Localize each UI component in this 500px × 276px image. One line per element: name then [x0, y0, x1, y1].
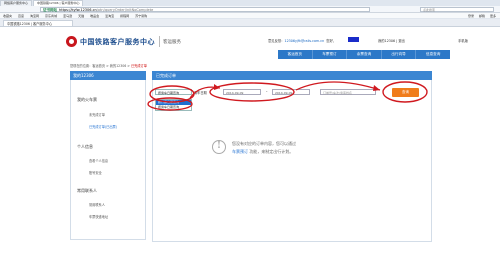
bookmark[interactable]: 京东商城 — [45, 13, 57, 18]
logo-divider — [159, 36, 160, 47]
bookmark[interactable]: 唯品会 — [90, 13, 99, 18]
nav-item-booking[interactable]: 车票预订 — [313, 50, 348, 59]
breadcrumb-path[interactable]: 您现在的位置：客运首页 > 我的12306 > — [70, 64, 131, 68]
bookmark[interactable]: 天猫 — [78, 13, 84, 18]
feedback-label: 意见反馈： — [268, 39, 285, 43]
sidebar-item-contacts[interactable]: 常用联系人 — [89, 202, 105, 207]
empty-message-line2: 车票预订 功能，来制定出行计划。 — [232, 149, 293, 155]
panel-title: 已完成订单 — [152, 71, 432, 80]
sidebar-title: 我的12306 — [70, 71, 146, 80]
logout-link[interactable]: 退出 — [398, 39, 405, 43]
site-logo-text[interactable]: 中国铁路客户服务中心 — [80, 37, 155, 47]
sidebar-item-security[interactable]: 账号安全 — [89, 170, 102, 175]
sidebar-item-uncompleted[interactable]: 未完成订单 — [89, 112, 105, 117]
breadcrumb-current: 已完成订单 — [130, 64, 147, 68]
page-tab[interactable]: 中国铁路12306 | 客户服务中心 — [3, 20, 73, 26]
greeting: 您好， — [326, 39, 337, 43]
date-to-input[interactable]: 2014-09-09 — [272, 89, 310, 95]
sidebar-group-contacts: 常用联系人 — [77, 188, 97, 193]
nav-item-info[interactable]: 信息查询 — [416, 50, 450, 59]
page-tabstrip — [0, 19, 500, 27]
url-path: /otn/queryOrder/initNoComplete — [96, 7, 154, 12]
account-links: 我的12306 | 退出 — [378, 39, 405, 43]
bookmark[interactable]: 亚马逊 — [63, 13, 72, 18]
date-range-dash: - — [266, 89, 268, 94]
sidebar-group-tickets: 我的火车票 — [77, 97, 97, 102]
railway-logo-icon — [66, 36, 77, 47]
sidebar-group-personal: 个人信息 — [77, 144, 93, 149]
address-bar[interactable]: 证书网站 https://kyfw.12306.cn/otn/queryOrder… — [40, 6, 370, 12]
order-search-input[interactable]: 订单号/车次/乘客姓名 — [320, 89, 376, 95]
bookmark[interactable]: 百度 — [18, 13, 24, 18]
orders-panel — [152, 80, 432, 242]
query-button[interactable]: 查询 — [392, 88, 419, 97]
dropdown-option[interactable]: 按乘车日期查询 — [156, 105, 191, 110]
bookmark[interactable]: 苏宁易购 — [135, 13, 147, 18]
bookmark[interactable]: 收藏夹 — [3, 13, 12, 18]
main-nav: 客运首页 车票预订 余票查询 出行向导 信息查询 — [278, 50, 450, 59]
sidebar-item-profile[interactable]: 查看个人信息 — [89, 158, 108, 163]
secure-badge: 证书网站 — [43, 7, 57, 12]
sidebar: 我的火车票 未完成订单 已完成订单(已出票) 个人信息 查看个人信息 账号安全 … — [70, 80, 146, 240]
redacted-username — [348, 37, 359, 42]
bookmark[interactable]: 携程网 — [120, 13, 129, 18]
nav-item-remaining[interactable]: 余票查询 — [347, 50, 382, 59]
empty-message-suffix: 功能，来制定出行计划。 — [248, 149, 294, 154]
info-icon: ! — [212, 140, 226, 154]
nav-item-home[interactable]: 客运首页 — [278, 50, 313, 59]
date-from-input[interactable]: 2014-09-09 — [223, 89, 261, 95]
site-subtitle: 客运服务 — [163, 40, 181, 45]
empty-message: 您没有对应的订单内容，您可以通过 — [232, 141, 296, 146]
bookmark[interactable]: 爱淘宝 — [105, 13, 114, 18]
date-label: 乘车日期 — [194, 91, 207, 95]
query-type-select[interactable]: 按乘车日期查询 — [155, 89, 192, 95]
bookmark[interactable]: 淘宝网 — [30, 13, 39, 18]
nav-item-guide[interactable]: 出行向导 — [382, 50, 417, 59]
browser-search-input[interactable]: 点此搜索 — [420, 6, 494, 12]
url-host: https://kyfw.12306.cn — [59, 7, 97, 12]
my-account-link[interactable]: 我的12306 — [378, 39, 395, 43]
sidebar-item-delivery-address[interactable]: 车票快递地址 — [89, 214, 108, 219]
breadcrumb: 您现在的位置：客运首页 > 我的12306 > 已完成订单 — [70, 63, 147, 68]
feedback-line: 意见反馈：12306yjfk@rails.com.cn 您好， — [268, 38, 336, 43]
mobile-version-link[interactable]: 手机版 — [458, 38, 468, 43]
sidebar-item-completed[interactable]: 已完成订单(已出票) — [89, 124, 117, 129]
query-type-dropdown: 按订票日期查询 按乘车日期查询 — [155, 99, 192, 111]
feedback-email-link[interactable]: 12306yjfk@rails.com.cn — [284, 39, 324, 43]
booking-link[interactable]: 车票预订 — [232, 149, 248, 154]
